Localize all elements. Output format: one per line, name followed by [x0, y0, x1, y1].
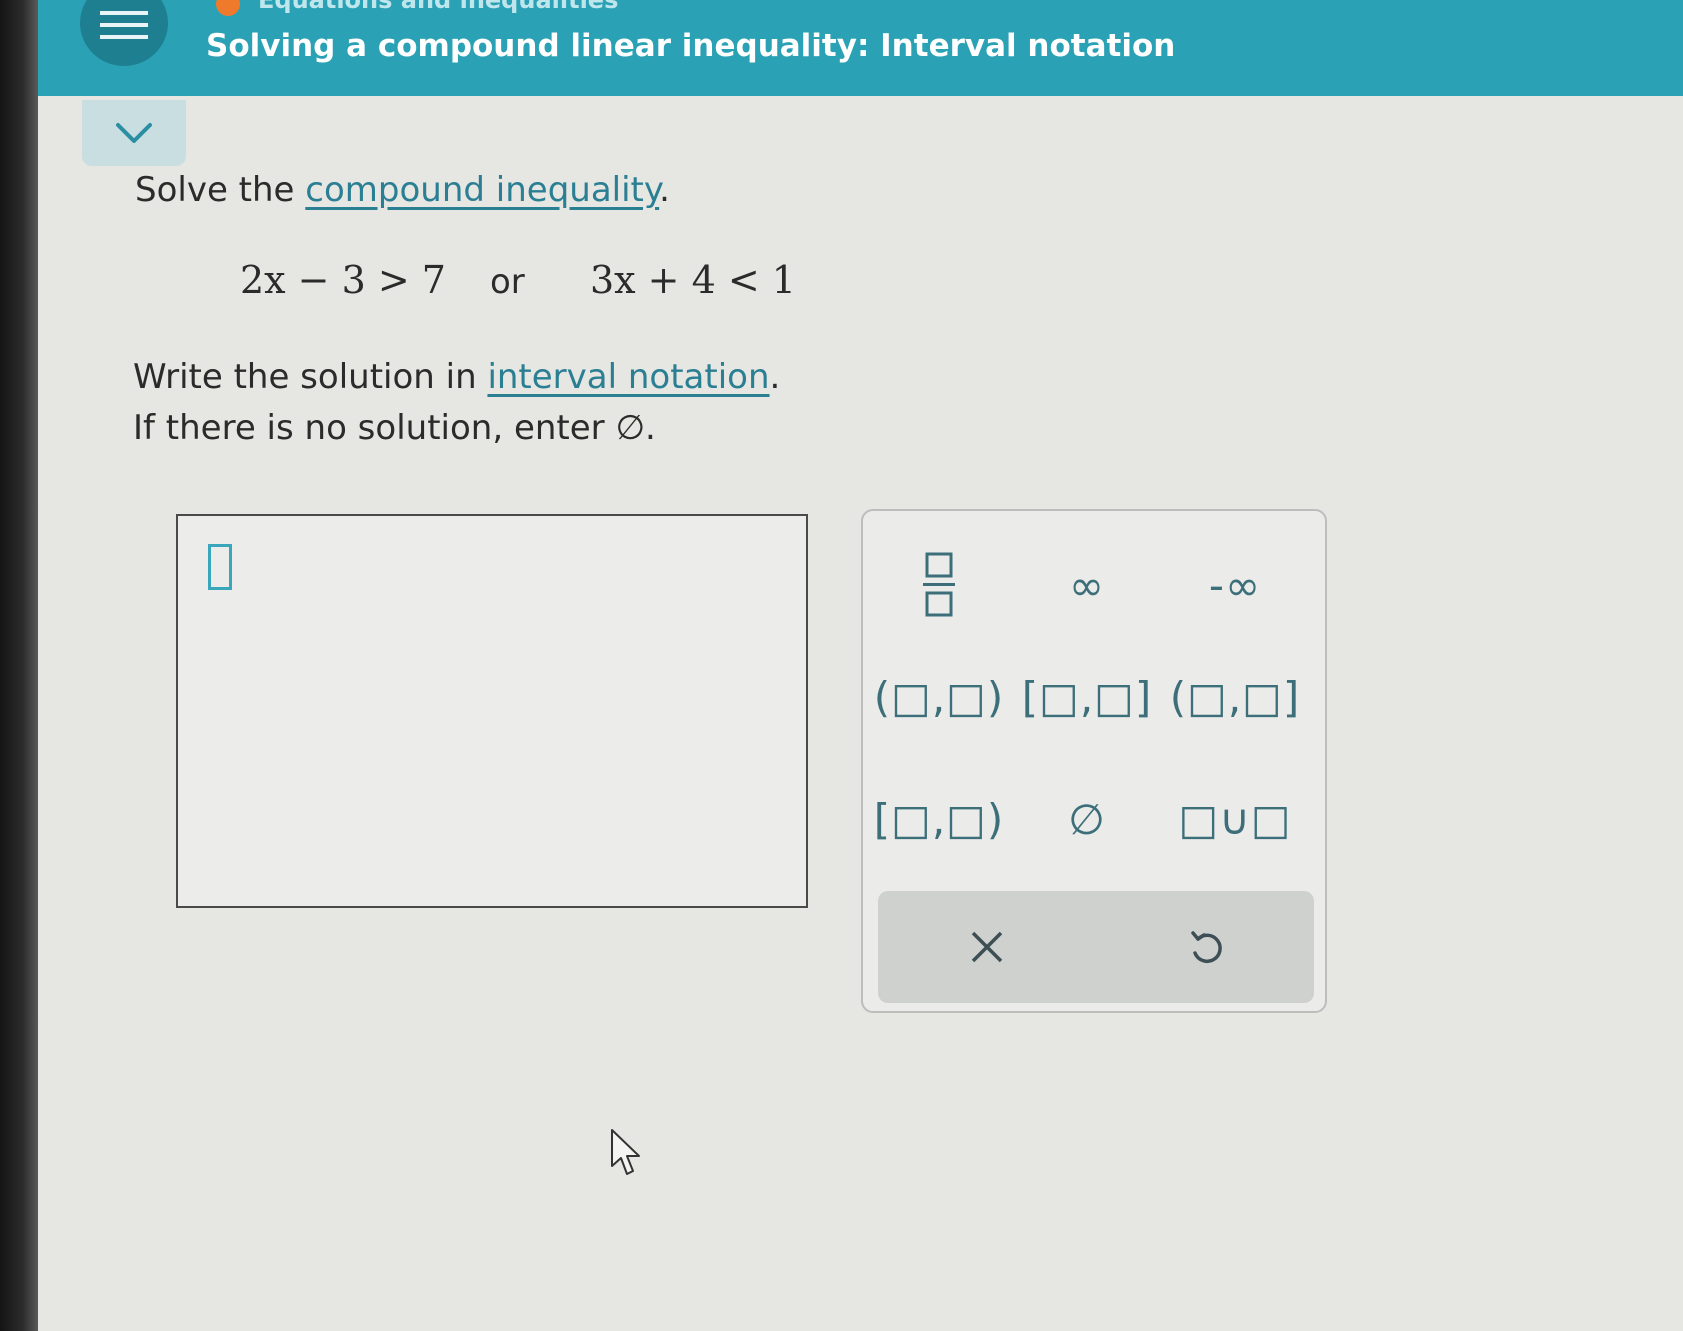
- clear-button[interactable]: [922, 907, 1052, 987]
- open-open-interval-key[interactable]: (□,□): [874, 657, 1004, 737]
- empty-set-key[interactable]: ∅: [1022, 779, 1152, 859]
- prompt-period: .: [659, 170, 670, 210]
- prompt-text: Solve the: [135, 170, 306, 210]
- question-prompt: Solve the compound inequality.: [135, 170, 670, 210]
- closed-open-interval-key[interactable]: [□,□): [874, 779, 1004, 859]
- page-title: Solving a compound linear inequality: In…: [206, 28, 1176, 64]
- negative-infinity-key[interactable]: -∞: [1170, 545, 1300, 625]
- math-keypad: ∞ -∞ (□,□) [□,□] (□,□] [□,□) ∅ □∪□: [861, 509, 1327, 1013]
- mouse-pointer-icon: [611, 1129, 640, 1175]
- inequality-left: 2x − 3 > 7: [240, 258, 446, 302]
- no-solution-instruction: If there is no solution, enter ∅.: [133, 408, 656, 448]
- x-icon: [971, 931, 1003, 963]
- instruction-prefix: Write the solution in: [133, 357, 488, 397]
- undo-icon: [1191, 931, 1222, 963]
- union-key[interactable]: □∪□: [1170, 779, 1300, 859]
- inequality-right: 3x + 4 < 1: [590, 258, 796, 302]
- answer-input[interactable]: [176, 514, 808, 908]
- undo-button[interactable]: [1141, 907, 1271, 987]
- chevron-down-icon: [116, 123, 152, 143]
- open-closed-interval-key[interactable]: (□,□]: [1170, 657, 1300, 737]
- answer-cursor-slot: [208, 544, 232, 590]
- infinity-key[interactable]: ∞: [1022, 545, 1152, 625]
- compound-inequality-link[interactable]: compound inequality: [305, 170, 659, 210]
- topic-label: Equations and inequalities: [258, 0, 619, 14]
- connector-or: or: [490, 262, 525, 302]
- instruction-text: Write the solution in interval notation.…: [133, 352, 780, 454]
- interval-notation-link[interactable]: interval notation: [487, 357, 769, 397]
- fraction-icon: [923, 552, 955, 617]
- instruction-period: .: [769, 357, 781, 397]
- closed-closed-interval-key[interactable]: [□,□]: [1022, 657, 1152, 737]
- collapse-button[interactable]: [82, 100, 186, 166]
- hamburger-icon: [100, 11, 148, 39]
- fraction-key[interactable]: [874, 545, 1004, 625]
- screen-bezel: [0, 0, 38, 1331]
- keypad-action-bar: [878, 891, 1314, 1003]
